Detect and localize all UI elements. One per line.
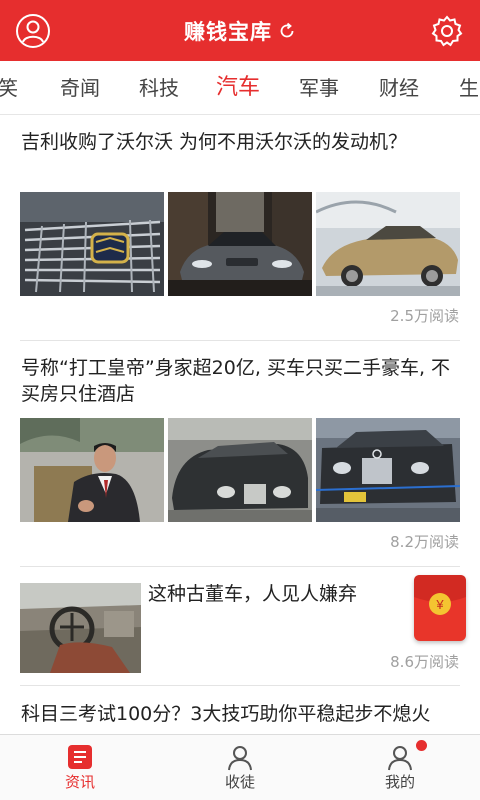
rolls-royce-photo xyxy=(168,418,312,522)
businessman-photo xyxy=(20,418,164,522)
app-title: 赚钱宝库 xyxy=(184,16,296,46)
article-title: 吉利收购了沃尔沃 为何不用沃尔沃的发动机？ xyxy=(21,131,408,153)
mercedes-photo xyxy=(316,418,460,522)
news-icon xyxy=(64,743,96,773)
read-count: 2.5万阅读 xyxy=(390,307,459,325)
thumbnail-row xyxy=(20,192,460,296)
tab-finance[interactable]: 财经 xyxy=(379,61,419,114)
yuan-symbol: ¥ xyxy=(435,597,444,612)
gear-icon[interactable] xyxy=(428,12,466,50)
profile-icon xyxy=(384,743,416,773)
read-count: 8.6万阅读 xyxy=(390,653,459,671)
tab-life[interactable]: 生 xyxy=(459,61,479,114)
bottom-nav: 资讯 收徒 我的 xyxy=(0,734,480,800)
article-card[interactable]: 吉利收购了沃尔沃 为何不用沃尔沃的发动机？ 2.5万阅读 xyxy=(0,115,480,341)
article-card[interactable]: 科目三考试100分？3大技巧助你平稳起步不熄火 xyxy=(0,687,480,734)
tab-joke[interactable]: 笑 xyxy=(0,61,18,114)
user-icon[interactable] xyxy=(14,12,52,50)
tab-military[interactable]: 军事 xyxy=(299,61,339,114)
thumbnail-row xyxy=(20,418,460,522)
article-card[interactable]: 这种古董车，人见人嫌弃 ¥ 8.6万阅读 xyxy=(0,567,480,687)
nav-item-apprentice[interactable]: 收徒 xyxy=(160,735,320,800)
nav-item-news[interactable]: 资讯 xyxy=(0,735,160,800)
app-title-text: 赚钱宝库 xyxy=(184,19,272,44)
tab-oddities[interactable]: 奇闻 xyxy=(60,61,100,114)
nav-item-profile[interactable]: 我的 xyxy=(320,735,480,800)
red-packet-icon[interactable]: ¥ xyxy=(414,575,466,641)
geely-grille-photo xyxy=(20,192,164,296)
category-tabs: 笑 奇闻 科技 汽车 军事 财经 生 xyxy=(0,61,480,115)
old-car-interior-photo xyxy=(20,583,141,673)
divider xyxy=(20,685,460,686)
article-title: 科目三考试100分？3大技巧助你平稳起步不熄火 xyxy=(21,703,431,725)
app-header: 赚钱宝库 xyxy=(0,0,480,61)
nav-label: 我的 xyxy=(384,773,415,791)
gold-concept-car-photo xyxy=(316,192,460,296)
volvo-concept-photo xyxy=(168,192,312,296)
apprentice-icon xyxy=(224,743,256,773)
news-feed: 吉利收购了沃尔沃 为何不用沃尔沃的发动机？ 2.5万阅读 号称“打工皇帝”身家超… xyxy=(0,115,480,734)
article-title: 号称“打工皇帝”身家超20亿, 买车只买二手豪车, 不买房只住酒店 xyxy=(21,357,451,405)
article-title: 这种古董车，人见人嫌弃 xyxy=(148,583,358,605)
refresh-icon[interactable] xyxy=(278,22,296,40)
nav-label: 资讯 xyxy=(64,773,95,791)
article-card[interactable]: 号称“打工皇帝”身家超20亿, 买车只买二手豪车, 不买房只住酒店 8.2万阅读 xyxy=(0,341,480,567)
nav-label: 收徒 xyxy=(224,773,255,791)
read-count: 8.2万阅读 xyxy=(390,533,459,551)
thumbnail-row xyxy=(20,583,141,673)
notification-dot xyxy=(416,740,427,751)
tab-auto[interactable]: 汽车 xyxy=(216,61,260,114)
tab-tech[interactable]: 科技 xyxy=(139,61,179,114)
